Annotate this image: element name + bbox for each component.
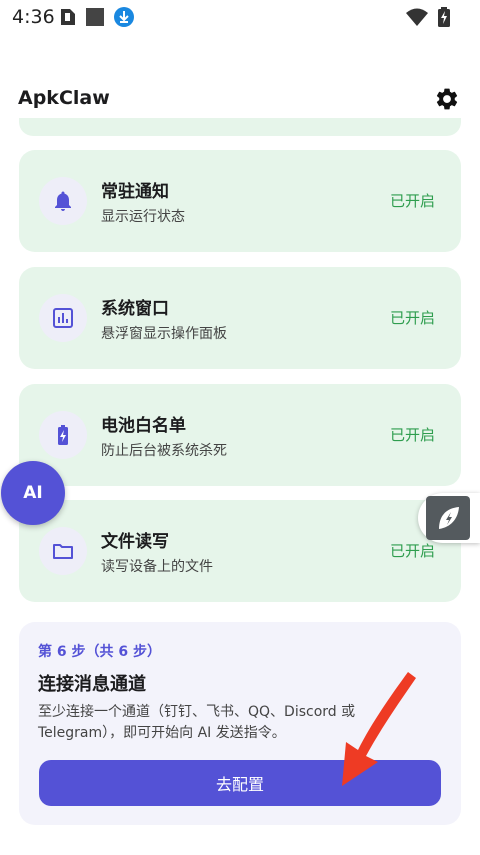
app-title: ApkClaw: [18, 87, 110, 109]
side-widget-icon-box: [426, 496, 470, 540]
floating-side-widget[interactable]: [418, 493, 480, 543]
permission-status: 已开启: [389, 309, 435, 327]
step-title: 连接消息通道: [38, 674, 146, 695]
battery-icon: [58, 425, 68, 445]
permission-subtitle: 悬浮窗显示操作面板: [101, 326, 227, 342]
step-progress-label: 第 6 步（共 6 步）: [38, 644, 161, 660]
download-icon: [114, 7, 134, 27]
previous-card-edge: [19, 118, 461, 136]
permission-subtitle: 防止后台被系统杀死: [101, 443, 227, 459]
permission-status: 已开启: [389, 192, 435, 210]
app-bar: ApkClaw: [0, 78, 480, 122]
permission-card-file[interactable]: 文件读写 读写设备上的文件 已开启: [19, 500, 461, 602]
permission-icon-circle: [39, 411, 87, 459]
permission-title: 常驻通知: [101, 182, 169, 202]
gear-icon: [436, 88, 458, 110]
bell-icon: [55, 191, 71, 211]
ai-floating-button[interactable]: AI: [1, 461, 65, 525]
folder-icon: [53, 544, 73, 559]
battery-charging-icon: [438, 7, 450, 27]
status-bar: 4:36: [0, 0, 480, 34]
permission-title: 系统窗口: [101, 299, 169, 319]
sim-icon: [61, 9, 75, 25]
permission-card-battery[interactable]: 电池白名单 防止后台被系统杀死 已开启: [19, 384, 461, 486]
configure-button[interactable]: 去配置: [39, 760, 441, 806]
permission-subtitle: 显示运行状态: [101, 209, 185, 225]
permission-card-notification[interactable]: 常驻通知 显示运行状态 已开启: [19, 150, 461, 252]
permission-title: 电池白名单: [101, 416, 186, 436]
chart-icon: [53, 308, 73, 328]
square-icon: [86, 8, 104, 26]
permission-icon-circle: [39, 294, 87, 342]
setup-step-card: 第 6 步（共 6 步） 连接消息通道 至少连接一个通道（钉钉、飞书、QQ、Di…: [19, 622, 461, 825]
wifi-icon: [406, 8, 428, 26]
permission-status: 已开启: [389, 542, 435, 560]
status-time: 4:36: [12, 6, 55, 28]
permission-icon-circle: [39, 177, 87, 225]
permission-title: 文件读写: [101, 532, 169, 552]
settings-button[interactable]: [432, 84, 462, 114]
permission-subtitle: 读写设备上的文件: [101, 559, 213, 575]
permission-status: 已开启: [389, 426, 435, 444]
permission-card-system-window[interactable]: 系统窗口 悬浮窗显示操作面板 已开启: [19, 267, 461, 369]
step-description: 至少连接一个通道（钉钉、飞书、QQ、Discord 或 Telegram），即可…: [38, 704, 356, 741]
leaf-bolt-icon: [439, 507, 459, 529]
permission-icon-circle: [39, 527, 87, 575]
